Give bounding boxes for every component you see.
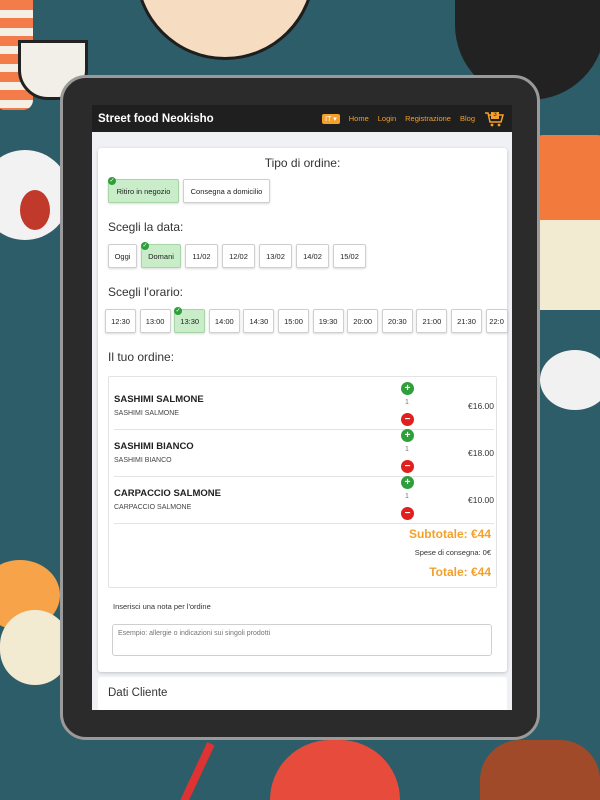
date-option-button[interactable]: 13/02 xyxy=(259,244,292,268)
nav-login-link[interactable]: Login xyxy=(378,114,396,123)
nav-blog-link[interactable]: Blog xyxy=(460,114,475,123)
time-option-button[interactable]: 14:00 xyxy=(208,309,240,333)
brand-link[interactable]: Street food Neokisho xyxy=(98,113,214,125)
time-option-label: 20:30 xyxy=(387,316,407,326)
time-option-button[interactable]: 21:30 xyxy=(451,309,482,333)
cart-button[interactable]: 3 xyxy=(484,111,506,127)
customer-title: Dati Cliente xyxy=(108,687,168,699)
tablet-screen: Street food Neokisho IT ▾ Home Login Reg… xyxy=(92,105,512,710)
increase-quantity-button[interactable]: + xyxy=(401,476,414,489)
item-name: SASHIMI BIANCO xyxy=(114,441,194,452)
time-option-label: 21:00 xyxy=(422,316,442,326)
time-option-label: 22:0 xyxy=(489,316,504,326)
fish-illustration xyxy=(540,350,600,410)
item-price: €10.00 xyxy=(468,495,494,505)
time-option-button[interactable]: 14:30 xyxy=(243,309,275,333)
nav-register-link[interactable]: Registrazione xyxy=(405,114,451,123)
navbar: Street food Neokisho IT ▾ Home Login Reg… xyxy=(92,105,512,132)
date-option-button[interactable]: 15/02 xyxy=(333,244,366,268)
date-option-label: 13/02 xyxy=(266,251,285,261)
date-option-label: 11/02 xyxy=(192,251,211,261)
order-note-input[interactable] xyxy=(112,624,492,656)
item-quantity: 1 xyxy=(405,399,409,406)
sushi-illustration xyxy=(530,220,600,310)
check-icon: ✓ xyxy=(174,307,183,315)
date-option-button[interactable]: Oggi xyxy=(108,244,137,268)
time-option-label: 19:30 xyxy=(318,316,338,326)
nav-links: IT ▾ Home Login Registrazione Blog 3 xyxy=(322,111,506,127)
item-price: €18.00 xyxy=(468,448,494,458)
time-option-button[interactable]: 20:30 xyxy=(381,309,413,333)
check-icon: ✓ xyxy=(141,242,149,250)
cart-count-badge: 3 xyxy=(491,111,499,119)
date-title: Scegli la data: xyxy=(108,220,184,234)
item-price: €16.00 xyxy=(468,401,494,411)
time-option-button[interactable]: 21:00 xyxy=(416,309,448,333)
order-card: Tipo di ordine: ✓ Ritiro in negozio Cons… xyxy=(98,148,508,672)
bowl-illustration xyxy=(270,740,400,800)
time-option-label: 12:30 xyxy=(111,316,130,326)
time-option-button[interactable]: 20:00 xyxy=(347,309,379,333)
time-option-button[interactable]: 15:00 xyxy=(278,309,309,333)
shipping-cost: Spese di consegna: 0€ xyxy=(414,548,491,557)
note-label: Inserisci una nota per l'ordine xyxy=(113,602,211,611)
order-type-pickup-button[interactable]: ✓ Ritiro in negozio xyxy=(108,177,179,203)
item-quantity: 1 xyxy=(405,493,409,500)
order-item: CARPACCIO SALMONE CARPACCIO SALMONE + 1 … xyxy=(114,476,494,524)
order-item: SASHIMI SALMONE SASHIMI SALMONE + 1 − €1… xyxy=(114,382,494,430)
date-option-button[interactable]: ✓ Domani xyxy=(141,242,181,268)
increase-quantity-button[interactable]: + xyxy=(401,429,414,442)
order-item: SASHIMI BIANCO SASHIMI BIANCO + 1 − €18.… xyxy=(114,429,494,477)
item-name: CARPACCIO SALMONE xyxy=(114,488,221,499)
date-option-label: 14/02 xyxy=(303,251,322,261)
item-description: CARPACCIO SALMONE xyxy=(114,504,192,511)
date-option-label: 15/02 xyxy=(340,251,359,261)
item-name: SASHIMI SALMONE xyxy=(114,394,204,405)
time-option-label: 15:00 xyxy=(284,316,303,326)
check-icon: ✓ xyxy=(108,177,116,185)
time-option-label: 21:30 xyxy=(457,316,476,326)
item-description: SASHIMI BIANCO xyxy=(114,457,172,464)
date-option-button[interactable]: 11/02 xyxy=(185,244,218,268)
time-option-button[interactable]: 13:00 xyxy=(139,309,171,333)
chopsticks-illustration xyxy=(173,742,215,800)
nav-home-link[interactable]: Home xyxy=(349,114,369,123)
language-selector[interactable]: IT ▾ xyxy=(322,113,340,124)
time-option-button[interactable]: 19:30 xyxy=(312,309,344,333)
item-description: SASHIMI SALMONE xyxy=(114,410,179,417)
customer-card: Dati Cliente xyxy=(98,677,507,710)
time-option-button[interactable]: 12:30 xyxy=(105,309,136,333)
order-type-delivery-button[interactable]: Consegna a domicilio xyxy=(183,179,270,203)
total: Totale: €44 xyxy=(429,565,491,579)
subtotal: Subtotale: €44 xyxy=(408,527,491,541)
date-option-label: Domani xyxy=(148,251,174,261)
date-option-label: Oggi xyxy=(114,251,131,261)
order-summary: SASHIMI SALMONE SASHIMI SALMONE + 1 − €1… xyxy=(108,376,497,588)
order-type-title: Tipo di ordine: xyxy=(264,156,341,170)
time-option-label: 13:30 xyxy=(180,316,200,326)
item-quantity: 1 xyxy=(405,446,409,453)
time-option-button[interactable]: ✓ 13:30 xyxy=(174,307,206,333)
decrease-quantity-button[interactable]: − xyxy=(401,460,414,473)
time-option-label: 13:00 xyxy=(145,316,165,326)
order-title: Il tuo ordine: xyxy=(108,350,175,364)
takoyaki-illustration xyxy=(480,740,600,800)
increase-quantity-button[interactable]: + xyxy=(401,382,414,395)
time-option-label: 14:00 xyxy=(214,316,234,326)
decrease-quantity-button[interactable]: − xyxy=(401,507,414,520)
fish-illustration xyxy=(20,190,50,230)
time-option-label: 20:00 xyxy=(353,316,373,326)
date-option-button[interactable]: 14/02 xyxy=(296,244,329,268)
decrease-quantity-button[interactable]: − xyxy=(401,413,414,426)
date-option-button[interactable]: 12/02 xyxy=(222,244,255,268)
time-option-button[interactable]: 22:0 xyxy=(485,309,508,333)
date-option-label: 12/02 xyxy=(229,251,248,261)
time-option-label: 14:30 xyxy=(249,316,269,326)
bowl-illustration xyxy=(135,0,315,60)
time-title: Scegli l'orario: xyxy=(108,285,183,299)
